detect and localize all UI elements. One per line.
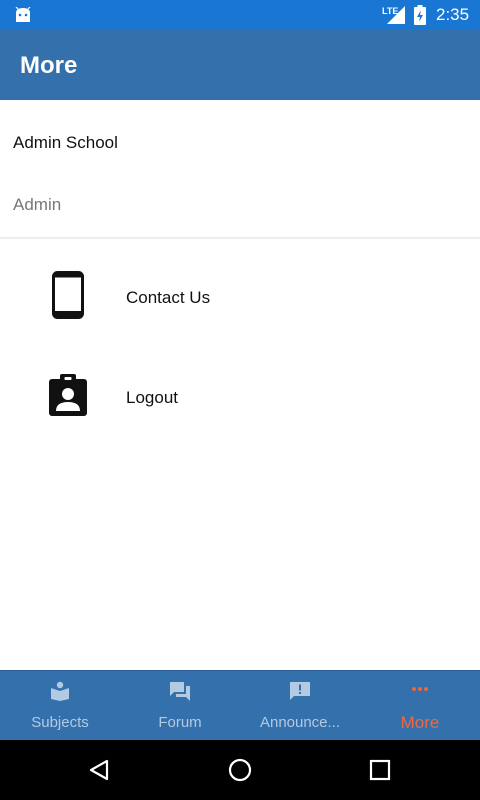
menu-item-contact-us[interactable]: Contact Us bbox=[0, 252, 480, 342]
menu-item-label: Logout bbox=[126, 388, 178, 407]
signal-icon bbox=[387, 6, 405, 24]
menu-item-label: Contact Us bbox=[126, 288, 211, 307]
page-title: More bbox=[20, 52, 78, 79]
recents-icon[interactable] bbox=[368, 758, 392, 782]
bottom-navigation: Subjects Forum Announce... More bbox=[0, 670, 480, 740]
book-icon bbox=[51, 681, 69, 701]
system-navigation-bar bbox=[0, 740, 480, 800]
tab-label: Announce... bbox=[259, 714, 341, 731]
user-name: Admin School bbox=[13, 133, 118, 152]
tab-more[interactable]: More bbox=[360, 671, 480, 741]
tab-announcements[interactable]: Announce... bbox=[240, 671, 360, 741]
home-icon[interactable] bbox=[228, 758, 252, 782]
user-role: Admin bbox=[13, 195, 62, 214]
phone-icon bbox=[52, 271, 84, 319]
clock: 2:35 bbox=[436, 5, 470, 24]
announcement-icon bbox=[290, 682, 310, 700]
tab-label: More bbox=[400, 713, 440, 732]
forum-icon bbox=[170, 682, 190, 701]
more-dots-icon bbox=[412, 687, 428, 691]
tab-forum[interactable]: Forum bbox=[120, 671, 240, 741]
tab-label: Forum bbox=[158, 714, 202, 731]
tab-label: Subjects bbox=[31, 714, 89, 731]
battery-icon bbox=[414, 5, 426, 25]
badge-icon bbox=[49, 374, 87, 416]
android-icon bbox=[15, 7, 31, 22]
app-bar: More bbox=[0, 30, 480, 100]
menu-item-logout[interactable]: Logout bbox=[0, 352, 480, 442]
tab-subjects[interactable]: Subjects bbox=[0, 671, 120, 741]
status-bar: LTE 2:35 bbox=[0, 0, 480, 30]
profile-section: Admin School Admin bbox=[0, 100, 480, 239]
back-icon[interactable] bbox=[87, 758, 111, 782]
